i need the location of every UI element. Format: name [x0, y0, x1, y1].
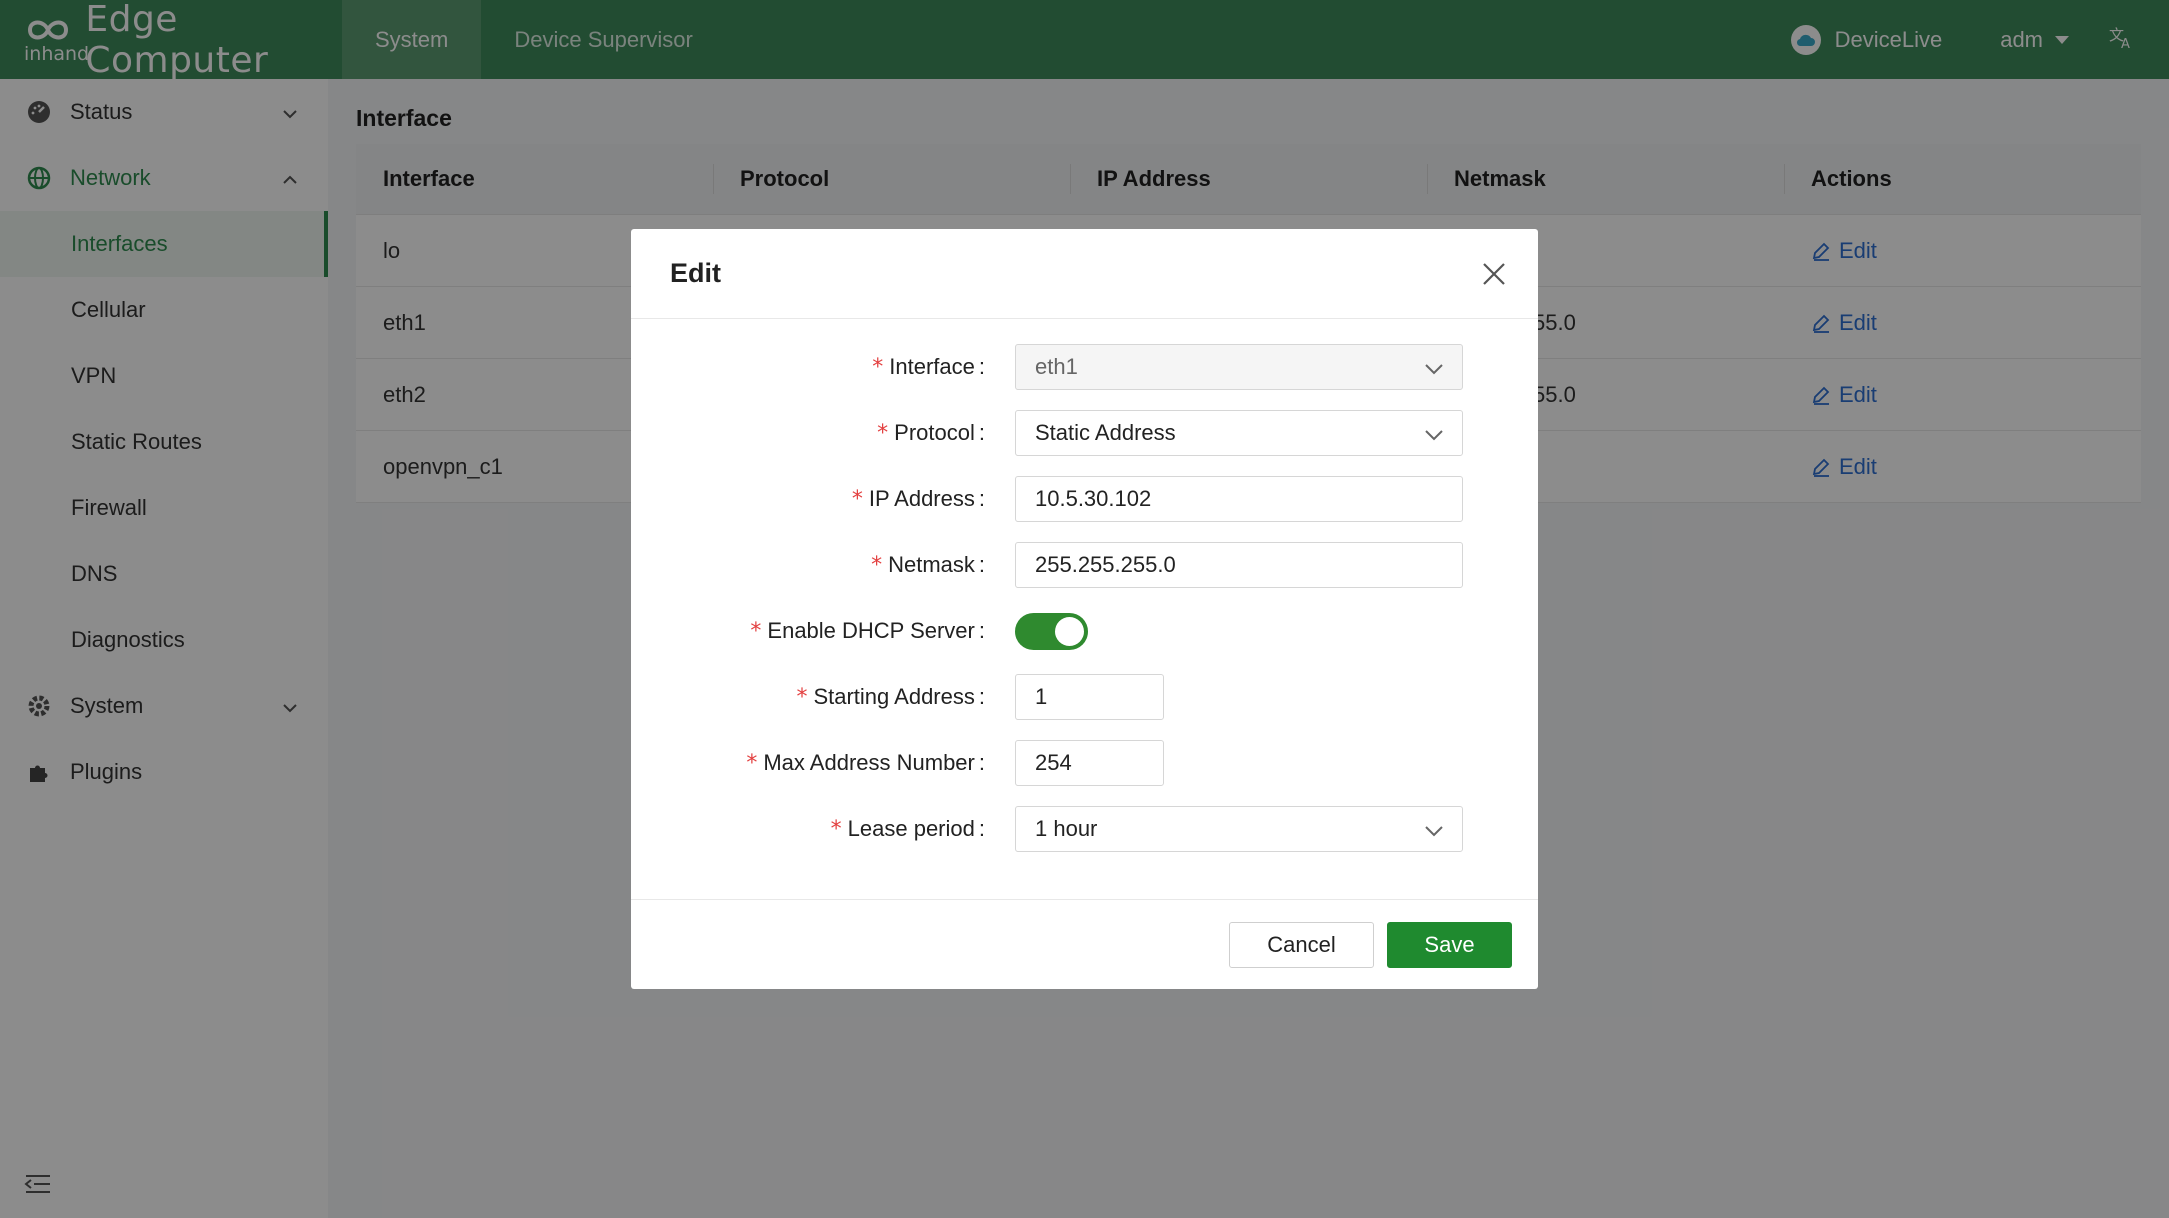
- dialog-title: Edit: [670, 258, 721, 288]
- chevron-down-icon: [1424, 424, 1444, 450]
- ip-address-input[interactable]: 10.5.30.102: [1015, 476, 1463, 522]
- lease-period-select[interactable]: 1 hour: [1015, 806, 1463, 852]
- close-icon[interactable]: [1480, 260, 1508, 288]
- save-button[interactable]: Save: [1387, 922, 1512, 968]
- dhcp-toggle[interactable]: [1015, 612, 1088, 650]
- chevron-down-icon: [1424, 820, 1444, 846]
- netmask-input[interactable]: 255.255.255.0: [1015, 542, 1463, 588]
- edit-dialog: Edit * Interface: eth1 * Protocol: Static …: [631, 229, 1538, 989]
- starting-address-input[interactable]: 1: [1015, 674, 1164, 720]
- dialog-header: Edit: [631, 229, 1538, 319]
- max-address-input[interactable]: 254: [1015, 740, 1164, 786]
- cancel-button[interactable]: Cancel: [1229, 922, 1374, 968]
- field-max-address: * Max Address Number: 254: [631, 740, 1538, 786]
- toggle-knob: [1055, 616, 1084, 646]
- field-dhcp: * Enable DHCP Server:: [631, 608, 1538, 654]
- protocol-select[interactable]: Static Address: [1015, 410, 1463, 456]
- field-starting-address: * Starting Address: 1: [631, 674, 1538, 720]
- chevron-down-icon: [1424, 358, 1444, 384]
- field-lease-period: * Lease period: 1 hour: [631, 806, 1538, 852]
- field-netmask: * Netmask: 255.255.255.0: [631, 542, 1538, 588]
- field-interface: * Interface: eth1: [631, 344, 1538, 390]
- dialog-footer: Cancel Save: [631, 899, 1538, 989]
- field-ip-address: * IP Address: 10.5.30.102: [631, 476, 1538, 522]
- interface-select[interactable]: eth1: [1015, 344, 1463, 390]
- field-protocol: * Protocol: Static Address: [631, 410, 1538, 456]
